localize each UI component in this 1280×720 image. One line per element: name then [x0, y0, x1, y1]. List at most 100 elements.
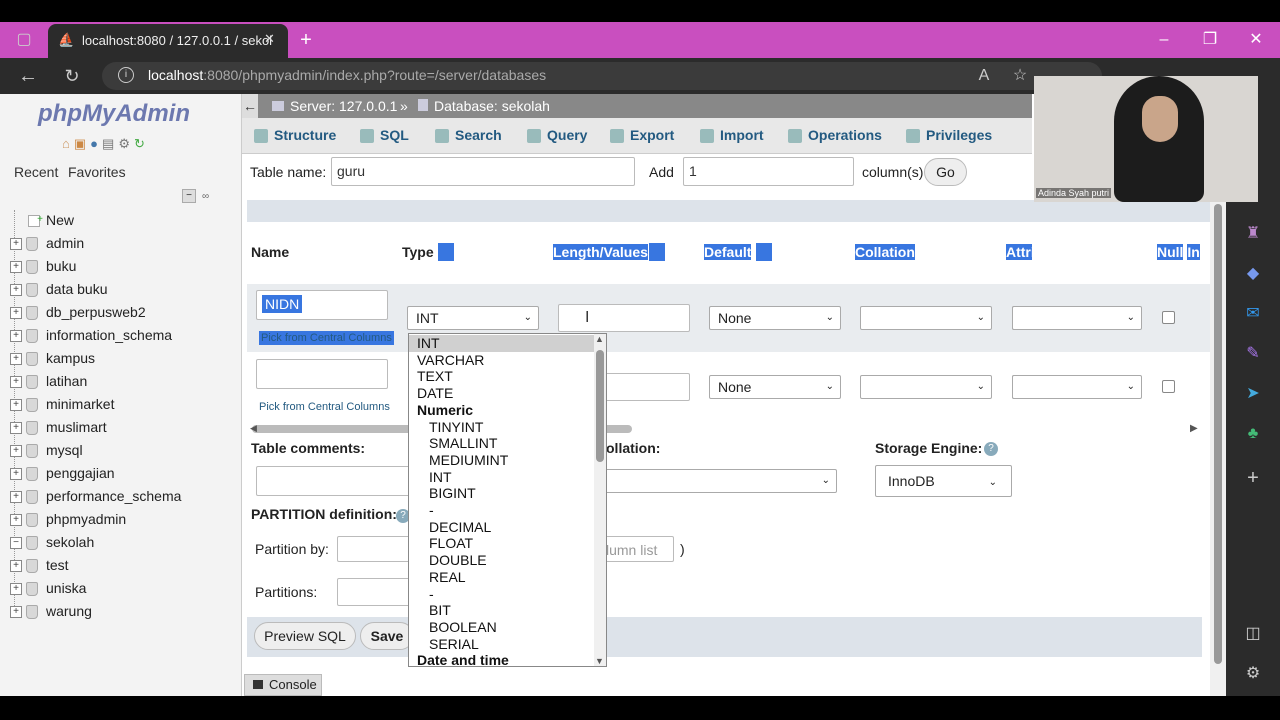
recent-tab[interactable]: Recent [14, 164, 58, 180]
table-collation-select[interactable]: ⌄ [600, 469, 837, 493]
dropdown-option[interactable]: INT [409, 469, 594, 486]
type-dropdown-list[interactable]: ▲ ▼ INT VARCHAR TEXT DATE Numeric TINYINT SMAL… [408, 333, 607, 667]
tree-db-item[interactable]: + buku [10, 256, 76, 276]
expand-icon[interactable]: + [10, 422, 22, 435]
expand-icon[interactable]: + [10, 468, 22, 481]
attributes-select-right-2[interactable]: ⌄ [1012, 375, 1142, 399]
server-crumb[interactable]: Server: 127.0.0.1 [272, 94, 397, 118]
type-select[interactable]: INT ⌄ [407, 306, 539, 330]
dropdown-option[interactable]: BOOLEAN [409, 619, 594, 636]
dropdown-option[interactable]: TINYINT [409, 419, 594, 436]
storage-help-icon[interactable]: ? [984, 442, 998, 456]
copilot-icon[interactable]: ◆ [1239, 260, 1267, 288]
dropdown-scrollbar[interactable]: ▲ ▼ [594, 334, 606, 666]
outlook-icon[interactable]: ✉ [1239, 300, 1267, 328]
tab-privileges[interactable]: Privileges [906, 118, 992, 154]
favorite-icon[interactable]: ☆ [1008, 62, 1032, 90]
page-scrollbar[interactable] [1210, 200, 1226, 696]
default-help-icon[interactable] [756, 243, 772, 261]
minimize-icon[interactable]: – [1150, 26, 1178, 54]
expand-icon[interactable]: + [10, 353, 22, 366]
site-info-icon[interactable]: i [118, 67, 134, 83]
logout-icon[interactable]: ▣ [74, 136, 90, 151]
expand-icon[interactable]: + [10, 307, 22, 320]
console-tab[interactable]: Console [244, 674, 322, 696]
expand-icon[interactable]: + [10, 376, 22, 389]
partition-by-select[interactable] [337, 536, 417, 562]
tab-import[interactable]: Import [700, 118, 764, 154]
expand-icon[interactable]: + [10, 261, 22, 274]
attributes-select-right[interactable]: ⌄ [1012, 306, 1142, 330]
tree-db-item[interactable]: + warung [10, 601, 92, 621]
preview-sql-button[interactable]: Preview SQL [254, 622, 356, 650]
add-sidebar-icon[interactable]: + [1239, 464, 1267, 492]
dropdown-option[interactable]: DOUBLE [409, 552, 594, 569]
close-tab-icon[interactable]: ✕ [264, 31, 275, 47]
chess-icon[interactable]: ♜ [1239, 220, 1267, 248]
expand-icon[interactable]: + [10, 583, 22, 596]
dropdown-scroll-thumb[interactable] [596, 350, 604, 462]
collation-select[interactable]: ⌄ [860, 306, 992, 330]
page-scroll-thumb[interactable] [1214, 204, 1222, 664]
settings-gear-icon[interactable]: ⚙ [118, 136, 134, 151]
tree-db-item[interactable]: + test [10, 555, 69, 575]
favorites-tab[interactable]: Favorites [68, 164, 126, 180]
back-icon[interactable]: ← [14, 62, 42, 90]
table-name-input[interactable]: guru [331, 157, 635, 186]
tree-icon[interactable]: ♣ [1239, 420, 1267, 448]
dropdown-option[interactable]: DECIMAL [409, 519, 594, 536]
pick-central-link-1[interactable]: Pick from Central Columns [259, 331, 394, 345]
help-icon[interactable]: ● [90, 136, 102, 151]
tree-db-item[interactable]: + db_perpusweb2 [10, 302, 146, 322]
storage-engine-select[interactable]: InnoDB ⌄ [875, 465, 1012, 497]
hide-sidebar-icon[interactable]: ◫ [1239, 620, 1267, 648]
collation-select-2[interactable]: ⌄ [860, 375, 992, 399]
dropdown-option[interactable]: MEDIUMINT [409, 452, 594, 469]
scroll-down-icon[interactable]: ▼ [595, 656, 604, 666]
dropdown-option[interactable]: BIT [409, 602, 594, 619]
pma-logo[interactable]: phpMyAdmin [38, 100, 190, 128]
partitions-input[interactable] [337, 578, 417, 606]
expand-icon[interactable]: + [10, 606, 22, 619]
reload-nav-icon[interactable]: ↻ [134, 136, 149, 151]
length-input[interactable]: I [558, 304, 690, 332]
default-select-2[interactable]: None ⌄ [709, 375, 841, 399]
tree-db-item[interactable]: + minimarket [10, 394, 114, 414]
expand-icon[interactable]: + [10, 445, 22, 458]
partition-expression-input[interactable]: lumn list [600, 536, 674, 562]
tree-db-item[interactable]: + uniska [10, 578, 86, 598]
tree-db-item[interactable]: + kampus [10, 348, 95, 368]
dropdown-option[interactable]: SERIAL [409, 636, 594, 653]
send-icon[interactable]: ➤ [1239, 380, 1267, 408]
read-aloud-icon[interactable]: A [972, 62, 996, 90]
save-button[interactable]: Save [360, 622, 414, 650]
expand-icon[interactable]: + [10, 238, 22, 251]
designer-icon[interactable]: ✎ [1239, 340, 1267, 368]
dropdown-option[interactable]: BIGINT [409, 485, 594, 502]
collapse-nav-icon[interactable]: ← [242, 94, 258, 118]
sidebar-settings-icon[interactable]: ⚙ [1239, 660, 1267, 688]
expand-icon[interactable]: − [10, 537, 22, 550]
tree-db-item[interactable]: + penggajian [10, 463, 115, 483]
tree-db-item[interactable]: + admin [10, 233, 84, 253]
expand-icon[interactable]: + [10, 514, 22, 527]
url-bar[interactable]: i localhost:8080/phpmyadmin/index.php?ro… [102, 62, 1102, 90]
tab-search[interactable]: Search [435, 118, 502, 154]
tree-db-item[interactable]: + latihan [10, 371, 87, 391]
type-help-icon[interactable] [438, 243, 454, 261]
tree-db-item[interactable]: + phpmyadmin [10, 509, 126, 529]
null-checkbox[interactable] [1162, 311, 1175, 324]
dropdown-option[interactable]: DATE [409, 385, 594, 402]
reload-icon[interactable]: ↻ [58, 62, 86, 90]
expand-icon[interactable]: + [10, 491, 22, 504]
new-tab-icon[interactable]: + [292, 26, 320, 54]
default-select[interactable]: None ⌄ [709, 306, 841, 330]
scroll-up-icon[interactable]: ▲ [595, 334, 604, 344]
tree-db-item[interactable]: + information_schema [10, 325, 172, 345]
home-icon[interactable]: ⌂ [62, 136, 74, 151]
tree-db-item[interactable]: + data buku [10, 279, 108, 299]
length-help-icon[interactable] [649, 243, 665, 261]
dropdown-option[interactable]: INT [409, 335, 594, 352]
dropdown-option[interactable]: FLOAT [409, 535, 594, 552]
link-icon[interactable]: ∞ [202, 191, 209, 202]
